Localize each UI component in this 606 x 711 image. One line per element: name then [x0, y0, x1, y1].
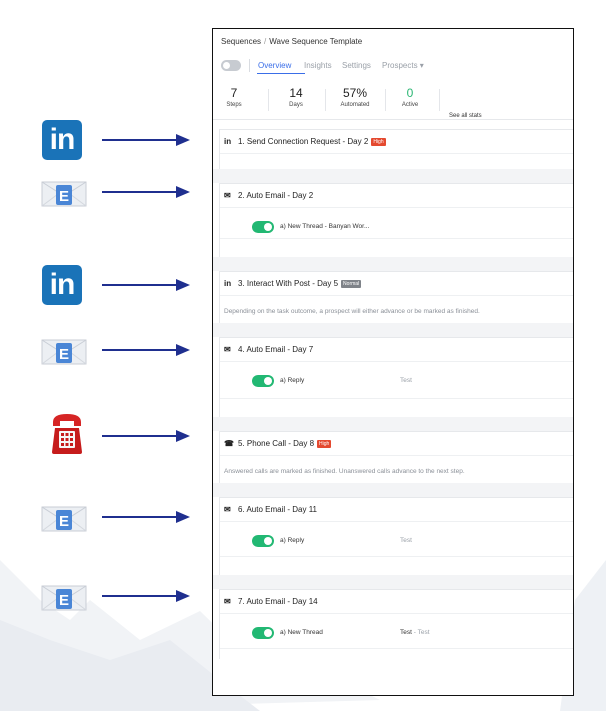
sequence-active-toggle[interactable] — [221, 60, 241, 71]
arrow-icon — [102, 277, 190, 293]
annotation-row-1: in — [0, 120, 200, 164]
arrow-icon — [102, 184, 190, 200]
annotation-row-3: in — [0, 265, 200, 309]
step-card[interactable]: in 1. Send Connection Request - Day 2 Hig… — [219, 129, 573, 169]
variant-subject: Test — [400, 377, 412, 384]
step-title: 5. Phone Call - Day 8 High — [238, 439, 332, 448]
annotation-row-5 — [0, 414, 200, 460]
step-card[interactable]: ☎ 5. Phone Call - Day 8 High Answered cal… — [219, 431, 573, 483]
step-description: Answered calls are marked as finished. U… — [224, 468, 465, 475]
stat-automated: 57% Automated — [340, 86, 370, 108]
email-icon: ✉ — [224, 505, 231, 514]
variant-name[interactable]: a) New Thread - Banyan Wor... — [280, 223, 369, 230]
sequence-panel: Sequences / Wave Sequence Template Overvie… — [212, 28, 574, 696]
stat-days: 14 Days — [289, 86, 303, 108]
variant-row[interactable]: a) New Thread - Banyan Wor... — [252, 221, 572, 233]
annotation-row-7: E — [0, 576, 200, 620]
priority-badge: High — [371, 138, 386, 146]
arrow-icon — [102, 509, 190, 525]
linkedin-icon: in — [40, 120, 88, 160]
svg-text:E: E — [59, 188, 69, 205]
arrow-icon — [102, 342, 190, 358]
variant-toggle[interactable] — [252, 627, 274, 639]
step-card[interactable]: ✉ 7. Auto Email - Day 14 a) New Thread T… — [219, 589, 573, 659]
step-title: 4. Auto Email - Day 7 — [238, 345, 314, 354]
arrow-icon — [102, 588, 190, 604]
email-icon: ✉ — [224, 191, 231, 200]
email-icon: E — [40, 497, 88, 537]
step-card[interactable]: ✉ 6. Auto Email - Day 11 a) Reply Test — [219, 497, 573, 575]
variant-subject: Test - Test — [400, 629, 430, 636]
email-icon: ✉ — [224, 345, 231, 354]
stat-steps: 7 Steps — [226, 86, 242, 108]
step-title: 1. Send Connection Request - Day 2 High — [238, 137, 386, 146]
variant-row[interactable]: a) Reply Test — [252, 375, 572, 387]
tab-overview[interactable]: Overview — [258, 61, 291, 70]
arrow-icon — [102, 428, 190, 444]
tab-settings[interactable]: Settings — [342, 61, 371, 70]
step-card[interactable]: ✉ 4. Auto Email - Day 7 a) Reply Test — [219, 337, 573, 417]
svg-text:E: E — [59, 592, 69, 609]
stat-active: 0 Active — [401, 86, 419, 108]
linkedin-icon: in — [224, 137, 232, 146]
variant-toggle[interactable] — [252, 221, 274, 233]
email-icon: E — [40, 330, 88, 370]
priority-badge: High — [317, 440, 332, 448]
step-card[interactable]: ✉ 2. Auto Email - Day 2 a) New Thread - … — [219, 183, 573, 257]
variant-name[interactable]: a) New Thread — [280, 629, 323, 636]
svg-text:E: E — [59, 346, 69, 363]
tab-bar: Overview Insights Settings Prospects ▾ — [213, 58, 573, 74]
email-icon: E — [40, 172, 88, 212]
step-title: 6. Auto Email - Day 11 — [238, 505, 317, 514]
annotation-row-2: E — [0, 172, 200, 216]
annotation-row-6: E — [0, 497, 200, 541]
linkedin-icon: in — [40, 265, 88, 305]
email-icon: E — [40, 576, 88, 616]
annotation-row-4: E — [0, 330, 200, 374]
variant-toggle[interactable] — [252, 375, 274, 387]
phone-icon: ☎ — [224, 439, 234, 448]
step-card[interactable]: in 3. Interact With Post - Day 5 Normal D… — [219, 271, 573, 323]
step-title: 3. Interact With Post - Day 5 Normal — [238, 279, 362, 288]
variant-row[interactable]: a) New Thread Test - Test — [252, 627, 572, 639]
tab-prospects[interactable]: Prospects ▾ — [382, 61, 424, 70]
phone-icon — [40, 414, 88, 456]
breadcrumb-current: Wave Sequence Template — [269, 37, 363, 46]
breadcrumb: Sequences / Wave Sequence Template — [221, 37, 363, 46]
stats-row: 7 Steps 14 Days 57% Automated 0 Active — [213, 87, 573, 117]
arrow-icon — [102, 132, 190, 148]
step-title: 7. Auto Email - Day 14 — [238, 597, 318, 606]
priority-badge: Normal — [341, 280, 362, 288]
breadcrumb-root[interactable]: Sequences — [221, 37, 261, 46]
tab-insights[interactable]: Insights — [304, 61, 332, 70]
variant-row[interactable]: a) Reply Test — [252, 535, 572, 547]
variant-subject: Test — [400, 537, 412, 544]
variant-name[interactable]: a) Reply — [280, 537, 304, 544]
variant-name[interactable]: a) Reply — [280, 377, 304, 384]
svg-text:E: E — [59, 513, 69, 530]
step-description: Depending on the task outcome, a prospec… — [224, 308, 480, 315]
linkedin-icon: in — [224, 279, 232, 288]
step-title: 2. Auto Email - Day 2 — [238, 191, 314, 200]
variant-toggle[interactable] — [252, 535, 274, 547]
email-icon: ✉ — [224, 597, 231, 606]
